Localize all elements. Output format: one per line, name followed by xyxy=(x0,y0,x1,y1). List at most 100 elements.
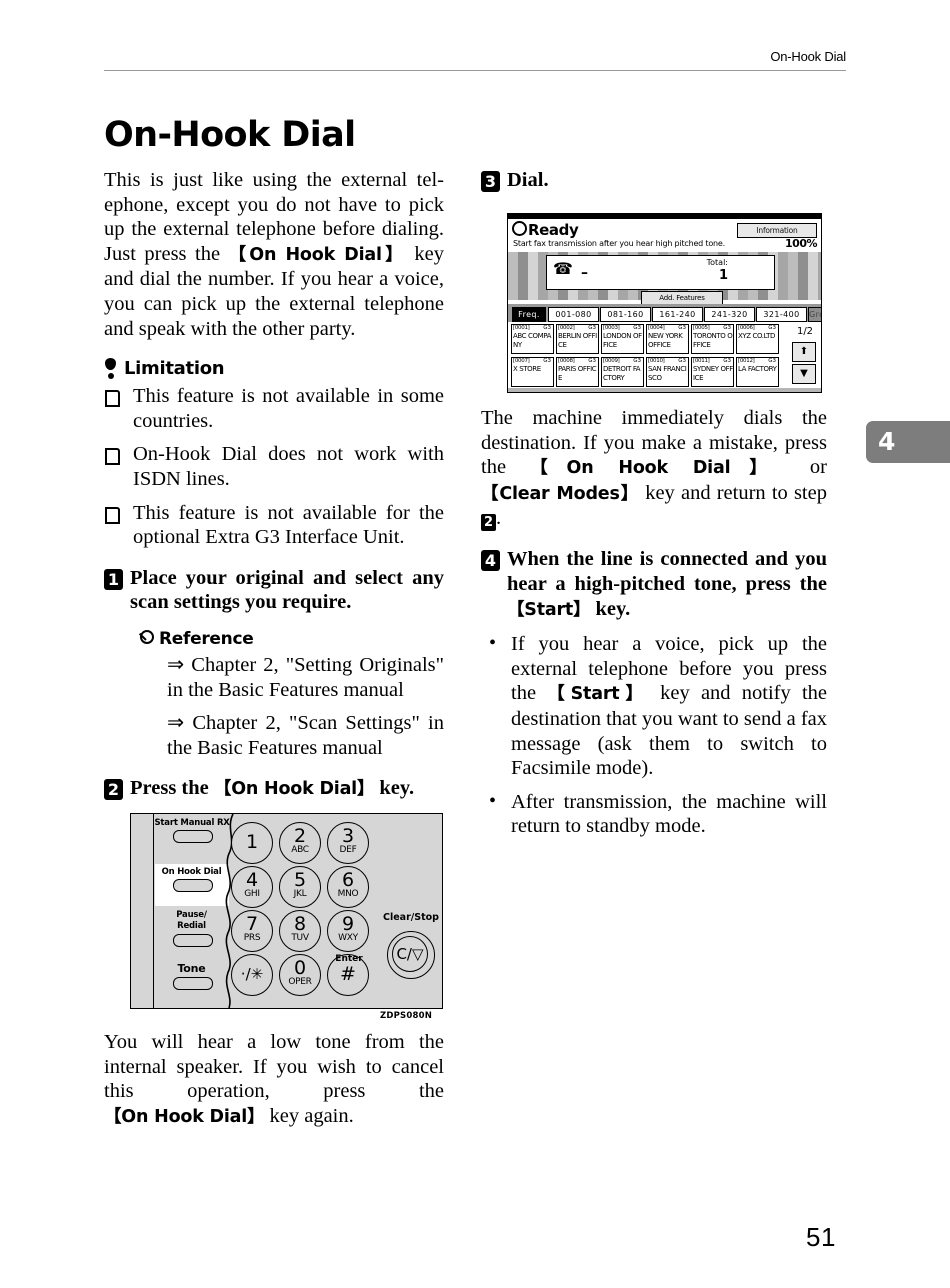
tab-001-080[interactable]: 001-080 xyxy=(548,307,599,322)
step-number-badge: 1 xyxy=(104,568,123,590)
entry-id: [0007] xyxy=(513,358,530,364)
on-hook-dial-key-label: 【On Hook Dial】 xyxy=(213,779,375,800)
on-hook-dial-key-label: 【On Hook Dial】 xyxy=(530,458,786,479)
entry-name: SAN FRANCISCO xyxy=(648,365,687,382)
entry-id: [0001] xyxy=(513,325,530,331)
tone-label: Tone xyxy=(177,962,206,975)
tab-group[interactable]: Group xyxy=(808,307,821,322)
speed-dial-entry-9[interactable]: [0009] G3 DETROIT FACTORY xyxy=(601,357,644,387)
key-2-letters: ABC xyxy=(291,845,309,855)
speed-dial-entry-4[interactable]: [0004] G3 NEW YORK OFFICE xyxy=(646,324,689,354)
limitation-list: This feature is not available in some co… xyxy=(104,384,444,550)
speed-dial-entry-8[interactable]: [0008] G3 PARIS OFFICE xyxy=(556,357,599,387)
speed-dial-entry-6[interactable]: [0006] G3 XYZ CO.LTD xyxy=(736,324,779,354)
key-3[interactable]: 3 DEF xyxy=(327,822,369,864)
entry-name: X STORE xyxy=(513,365,541,373)
entry-type: G3 xyxy=(723,358,731,364)
key-9-letters: WXY xyxy=(338,933,358,943)
entry-name: NEW YORK OFFICE xyxy=(648,332,683,349)
add-features-button[interactable]: Add. Features xyxy=(641,291,723,305)
running-header-text: On-Hook Dial xyxy=(770,49,846,64)
list-item: If you hear a voice, pick up the externa… xyxy=(481,631,827,781)
lcd-zoom-value: 100% xyxy=(785,237,817,250)
enter-label: Enter xyxy=(335,954,363,964)
on-hook-dial-button[interactable] xyxy=(172,879,213,892)
key-7[interactable]: 7 PRS xyxy=(231,910,273,952)
reference-item: ⇒ Chapter 2, "Setting Originals" in the … xyxy=(167,653,444,701)
scroll-down-button[interactable]: ▼ xyxy=(792,364,816,384)
entry-id: [0009] xyxy=(603,358,620,364)
speed-dial-entry-12[interactable]: [0012] G3 LA FACTORY xyxy=(736,357,779,387)
key-asterisk-glyph: ·/✳ xyxy=(240,965,264,983)
step-1: 1 Place your original and select any sca… xyxy=(104,566,444,615)
after-figure-text-1: You will hear a low tone from the intern… xyxy=(104,1031,444,1103)
clear-stop-button[interactable]: C/▽ xyxy=(387,931,435,979)
telephone-icon: ☎ xyxy=(553,259,573,278)
chapter-number: 4 xyxy=(878,427,896,456)
key-8-letters: TUV xyxy=(291,933,309,943)
lcd-total-label: Total: xyxy=(706,258,728,267)
key-9[interactable]: 9 WXY xyxy=(327,910,369,952)
after-lcd-text-mid: or xyxy=(785,456,828,479)
key-3-digit: 3 xyxy=(341,825,355,847)
magnifier-icon xyxy=(135,629,157,649)
speed-dial-entry-3[interactable]: [0003] G3 LONDON OFFICE xyxy=(601,324,644,354)
lcd-status-text: Ready xyxy=(528,221,579,239)
key-9-digit: 9 xyxy=(341,913,355,935)
step-3: 3 Dial. xyxy=(481,168,827,193)
pause-redial-label-line2: Redial xyxy=(177,921,206,931)
key-1[interactable]: 1 xyxy=(231,822,273,864)
information-button[interactable]: Information xyxy=(737,223,817,238)
entry-type: G3 xyxy=(633,358,641,364)
start-manual-rx-button[interactable] xyxy=(172,830,213,843)
key-6[interactable]: 6 MNO xyxy=(327,866,369,908)
pause-redial-button[interactable] xyxy=(172,934,213,947)
key-asterisk[interactable]: ·/✳ xyxy=(231,954,273,996)
entry-name: DETROIT FACTORY xyxy=(603,365,641,382)
key-4-letters: GHI xyxy=(244,889,260,899)
speed-dial-entry-10[interactable]: [0010] G3 SAN FRANCISCO xyxy=(646,357,689,387)
entry-type: G3 xyxy=(768,358,776,364)
step-3-text: Dial. xyxy=(507,169,549,191)
lcd-destination-box[interactable]: ☎ – Total: 1 xyxy=(546,255,775,290)
right-column: 3 Dial. xyxy=(481,168,827,193)
entry-type: G3 xyxy=(768,325,776,331)
list-item: On-Hook Dial does not work with ISDN lin… xyxy=(104,442,444,491)
entry-id: [0004] xyxy=(648,325,665,331)
speed-dial-entry-11[interactable]: [0011] G3 SYDNEY OFFICE xyxy=(691,357,734,387)
key-0[interactable]: 0 OPER xyxy=(279,954,321,996)
entry-name: ABC COMPANY xyxy=(513,332,551,349)
key-2[interactable]: 2 ABC xyxy=(279,822,321,864)
lcd-status: Ready xyxy=(512,221,579,239)
keypad-function-buttons: Start Manual RX On Hook Dial Pause/ Redi… xyxy=(154,814,230,1008)
lcd-subtitle: Start fax transmission after you hear hi… xyxy=(513,239,725,248)
key-hash-glyph: # xyxy=(340,963,356,985)
tab-freq[interactable]: Freq. xyxy=(512,307,546,322)
key-0-letters: OPER xyxy=(288,977,312,987)
key-5[interactable]: 5 JKL xyxy=(279,866,321,908)
tab-081-160[interactable]: 081-160 xyxy=(600,307,651,322)
list-item: This feature is not available in some co… xyxy=(104,384,444,433)
tab-241-320[interactable]: 241-320 xyxy=(704,307,755,322)
key-8[interactable]: 8 TUV xyxy=(279,910,321,952)
entry-type: G3 xyxy=(678,325,686,331)
speed-dial-entry-5[interactable]: [0005] G3 TORONTO OFFICE xyxy=(691,324,734,354)
limitation-text: This feature is not available for the op… xyxy=(133,501,444,549)
tab-321-400[interactable]: 321-400 xyxy=(756,307,807,322)
clear-modes-key-label: 【Clear Modes】 xyxy=(481,483,640,504)
speed-dial-entry-7[interactable]: [0007] G3 X STORE xyxy=(511,357,554,387)
speed-dial-entry-1[interactable]: [0001] G3 ABC COMPANY xyxy=(511,324,554,354)
clear-stop-glyph: C/▽ xyxy=(392,936,428,972)
speed-dial-entry-2[interactable]: [0002] G3 BERLIN OFFICE xyxy=(556,324,599,354)
document-page: On-Hook Dial On-Hook Dial This is just l… xyxy=(0,0,950,1288)
step-2: 2 Press the 【On Hook Dial】 key. xyxy=(104,776,444,802)
scroll-up-button[interactable]: ⬆ xyxy=(792,342,816,362)
key-8-digit: 8 xyxy=(293,913,307,935)
reference-heading-label: Reference xyxy=(159,628,254,649)
entry-name: XYZ CO.LTD xyxy=(738,332,776,340)
page-number: 51 xyxy=(806,1222,836,1252)
key-4[interactable]: 4 GHI xyxy=(231,866,273,908)
tab-161-240[interactable]: 161-240 xyxy=(652,307,703,322)
entry-name: BERLIN OFFICE xyxy=(558,332,597,349)
tone-button[interactable] xyxy=(172,977,213,990)
